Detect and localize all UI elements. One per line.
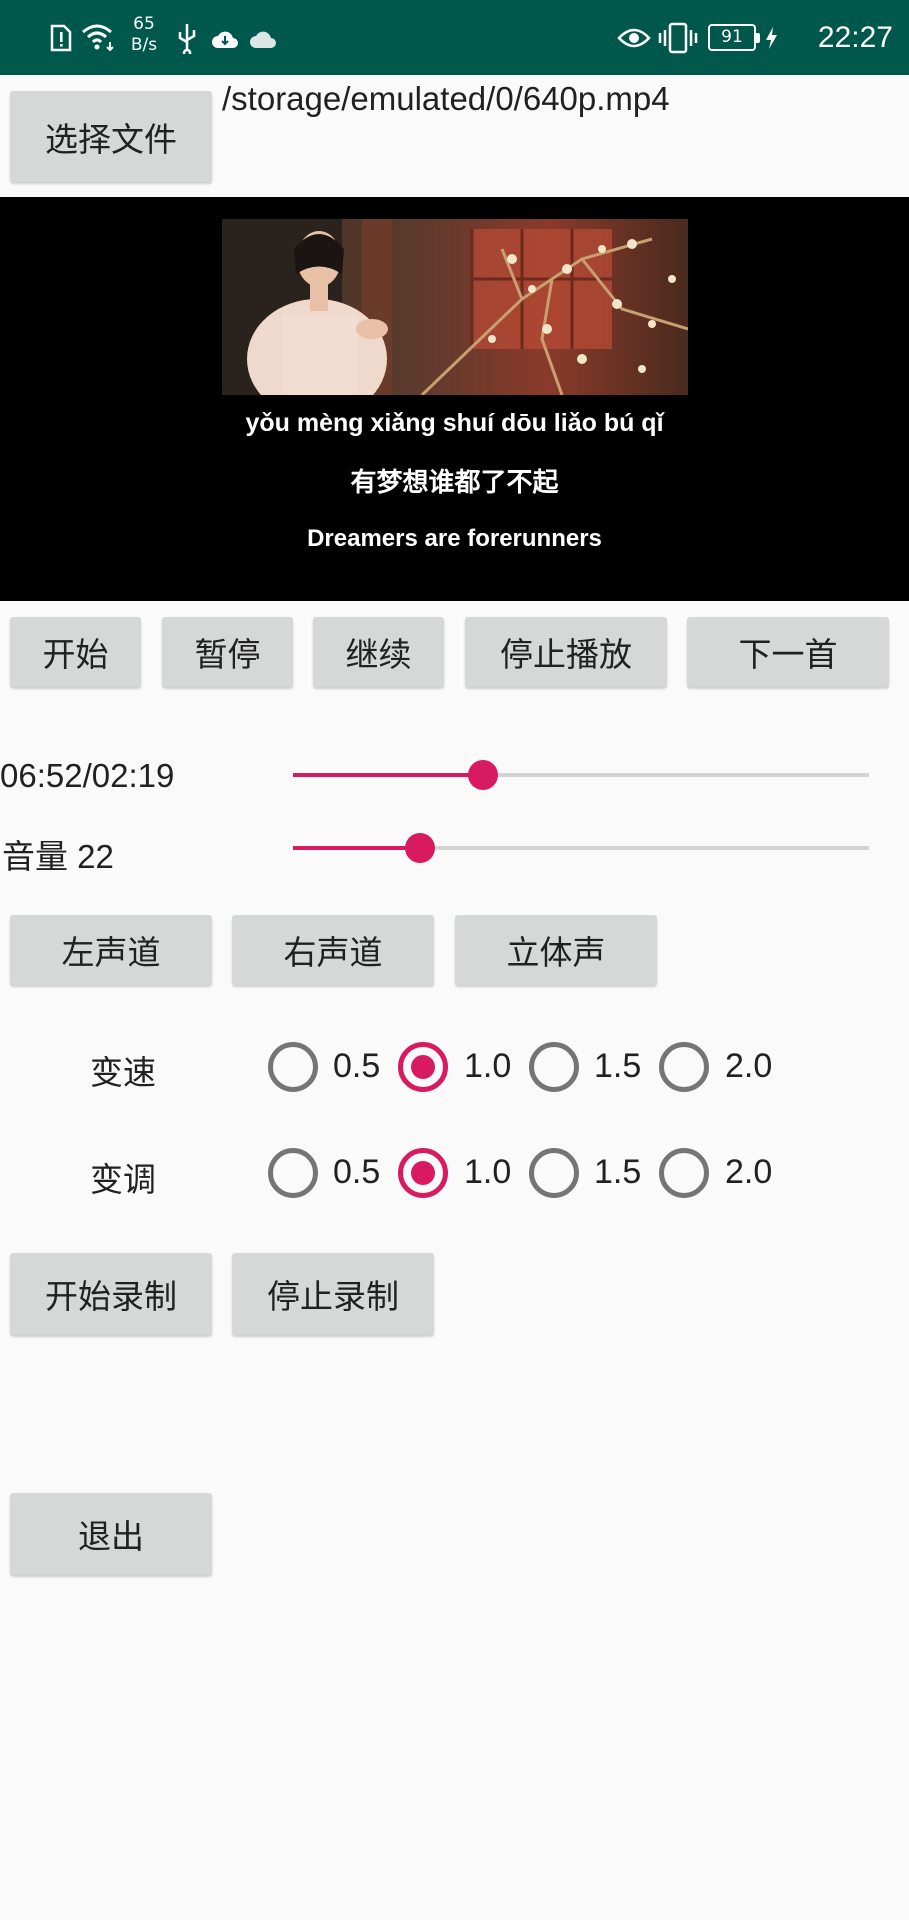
progress-slider-thumb[interactable]	[468, 760, 498, 790]
pitch-option-label: 1.0	[464, 1153, 512, 1191]
select-file-button[interactable]: 选择文件	[10, 91, 212, 182]
cloud-outline-icon	[248, 28, 278, 54]
volume-label: 音量 22	[2, 838, 114, 875]
progress-time: 06:52/02:19	[0, 757, 175, 794]
speed-radio-0-5[interactable]	[268, 1042, 318, 1092]
pitch-radio-1-5[interactable]	[529, 1148, 579, 1198]
sim-alert-icon	[50, 24, 72, 56]
subtitle-english: Dreamers are forerunners	[307, 525, 602, 552]
vibrate-icon	[658, 22, 698, 58]
file-path: /storage/emulated/0/640p.mp4	[222, 80, 670, 117]
volume-slider[interactable]	[293, 833, 869, 863]
speed-option-label: 0.5	[333, 1047, 381, 1085]
speed-radio-2-0[interactable]	[659, 1042, 709, 1092]
volume-slider-fill	[293, 846, 420, 850]
speed-option-label: 2.0	[725, 1047, 773, 1085]
wifi-icon	[80, 22, 118, 56]
start-button[interactable]: 开始	[10, 617, 141, 687]
stop-recording-button[interactable]: 停止录制	[232, 1253, 434, 1335]
pitch-label: 变调	[90, 1160, 156, 1199]
pitch-option-label: 1.5	[594, 1153, 642, 1191]
resume-button[interactable]: 继续	[313, 617, 444, 687]
progress-slider[interactable]	[293, 760, 869, 790]
pitch-radio-1-0[interactable]	[398, 1148, 448, 1198]
battery-icon: 91	[708, 24, 760, 51]
pause-button[interactable]: 暂停	[162, 617, 293, 687]
start-recording-button[interactable]: 开始录制	[10, 1253, 212, 1335]
left-channel-button[interactable]: 左声道	[10, 915, 212, 985]
network-speed-unit: B/s	[130, 35, 158, 55]
pitch-option-label: 0.5	[333, 1153, 381, 1191]
speed-option-label: 1.5	[594, 1047, 642, 1085]
subtitle-chinese: 有梦想谁都了不起	[350, 468, 559, 498]
next-track-button[interactable]: 下一首	[687, 617, 889, 687]
network-speed-value: 65	[133, 14, 155, 34]
eye-comfort-icon	[617, 26, 651, 54]
progress-slider-fill	[293, 773, 483, 777]
network-speed: 65 B/s	[124, 14, 164, 56]
speed-option-label: 1.0	[464, 1047, 512, 1085]
status-clock: 22:27	[817, 21, 893, 54]
stop-button[interactable]: 停止播放	[465, 617, 667, 687]
usb-icon	[176, 22, 198, 58]
speed-radio-1-0[interactable]	[398, 1042, 448, 1092]
subtitle-pinyin: yǒu mèng xiǎng shuí dōu liǎo bú qǐ	[245, 409, 664, 437]
charging-icon	[764, 26, 778, 54]
stereo-button[interactable]: 立体声	[455, 915, 657, 985]
video-player[interactable]: yǒu mèng xiǎng shuí dōu liǎo bú qǐ 有梦想谁都…	[0, 197, 909, 601]
pitch-radio-2-0[interactable]	[659, 1148, 709, 1198]
cloud-icon	[210, 28, 240, 54]
pitch-option-label: 2.0	[725, 1153, 773, 1191]
speed-radio-1-5[interactable]	[529, 1042, 579, 1092]
video-frame	[222, 219, 688, 395]
status-bar: 65 B/s 91 22:27	[0, 0, 909, 75]
exit-button[interactable]: 退出	[10, 1493, 212, 1575]
volume-slider-thumb[interactable]	[405, 833, 435, 863]
pitch-radio-0-5[interactable]	[268, 1148, 318, 1198]
speed-label: 变速	[90, 1053, 156, 1092]
right-channel-button[interactable]: 右声道	[232, 915, 434, 985]
